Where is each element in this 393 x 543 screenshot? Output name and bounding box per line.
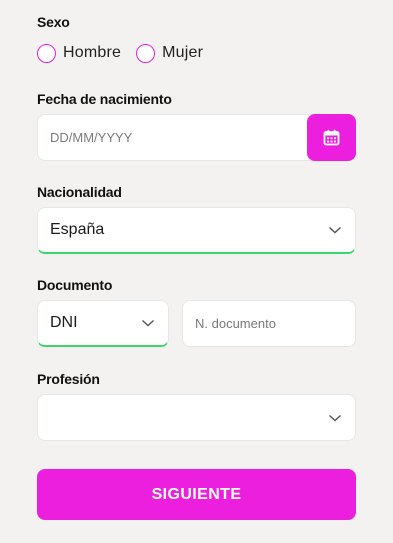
chevron-down-icon xyxy=(329,226,341,234)
radio-hombre[interactable]: Hombre xyxy=(37,43,122,63)
radio-hombre-circle[interactable] xyxy=(37,43,56,63)
document-number-placeholder: N. documento xyxy=(195,316,276,331)
birthdate-placeholder: DD/MM/YYYY xyxy=(50,130,133,145)
sexo-label: Sexo xyxy=(37,14,70,30)
nacionalidad-label: Nacionalidad xyxy=(37,184,122,200)
chevron-down-icon xyxy=(329,414,341,421)
document-type-select[interactable]: DNI xyxy=(37,300,169,347)
radio-hombre-label: Hombre xyxy=(63,44,122,61)
document-type-value: DNI xyxy=(50,314,78,331)
siguiente-button[interactable]: SIGUIENTE xyxy=(37,469,356,520)
nationality-value: España xyxy=(50,221,105,238)
registration-form: Sexo Hombre Mujer Fecha de nacimiento DD… xyxy=(0,0,393,543)
profesion-label: Profesión xyxy=(37,371,100,387)
radio-mujer[interactable]: Mujer xyxy=(136,43,204,63)
chevron-down-icon xyxy=(142,319,154,327)
document-number-input[interactable]: N. documento xyxy=(182,300,356,347)
calendar-button[interactable] xyxy=(307,114,356,161)
birthdate-input[interactable]: DD/MM/YYYY xyxy=(37,114,313,161)
profession-select[interactable] xyxy=(37,394,356,441)
radio-mujer-circle[interactable] xyxy=(136,43,156,63)
fecha-label: Fecha de nacimiento xyxy=(37,91,172,107)
radio-mujer-label: Mujer xyxy=(162,44,204,61)
nationality-select[interactable]: España xyxy=(37,207,356,254)
calendar-icon xyxy=(323,129,340,146)
sexo-radio-group: Hombre Mujer xyxy=(37,42,218,64)
documento-label: Documento xyxy=(37,277,113,293)
